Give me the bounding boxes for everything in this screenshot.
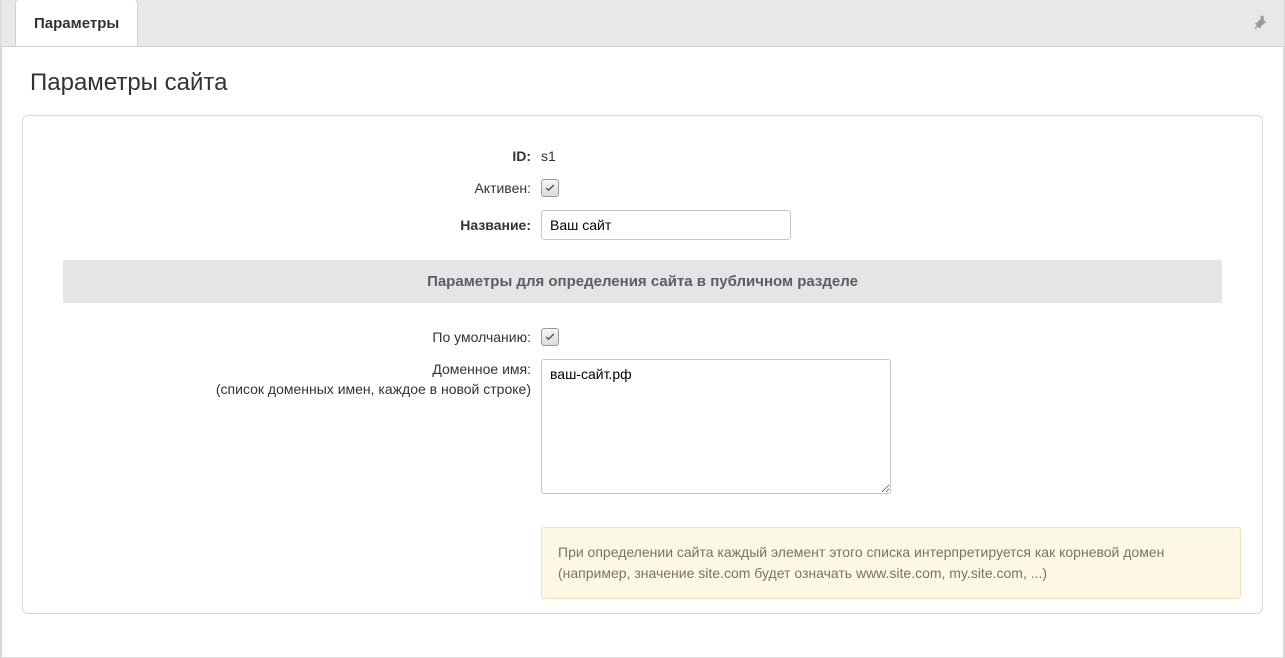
value-id: s1 [541, 148, 1262, 164]
default-checkbox[interactable] [541, 328, 559, 346]
pin-icon[interactable] [1252, 14, 1270, 32]
tab-label: Параметры [34, 15, 119, 32]
hint-box: При определении сайта каждый элемент это… [541, 527, 1241, 599]
row-id: ID: s1 [23, 140, 1262, 172]
tab-parameters[interactable]: Параметры [15, 0, 138, 46]
row-name: Название: [23, 204, 1262, 246]
row-domain: Доменное имя: (список доменных имен, каж… [23, 353, 1262, 503]
page-title: Параметры сайта [30, 69, 1281, 97]
row-active: Активен: [23, 172, 1262, 204]
row-default: По умолчанию: [23, 321, 1262, 353]
label-active: Активен: [23, 178, 541, 198]
name-input[interactable] [541, 210, 791, 240]
section-heading: Параметры для определения сайта в публич… [63, 260, 1222, 303]
label-name: Название: [23, 215, 541, 235]
active-checkbox[interactable] [541, 179, 559, 197]
label-id: ID: [23, 146, 541, 166]
tabstrip: Параметры [1, 0, 1284, 47]
form-surface: ID: s1 Активен: Название: [22, 115, 1263, 614]
label-domain-sub: (список доменных имен, каждое в новой ст… [216, 381, 531, 397]
row-hint: При определении сайта каждый элемент это… [23, 521, 1262, 605]
panel: Параметры сайта ID: s1 Активен: [1, 47, 1284, 658]
label-default: По умолчанию: [23, 327, 541, 347]
label-domain: Доменное имя: (список доменных имен, каж… [23, 359, 541, 399]
domain-textarea[interactable] [541, 359, 891, 494]
